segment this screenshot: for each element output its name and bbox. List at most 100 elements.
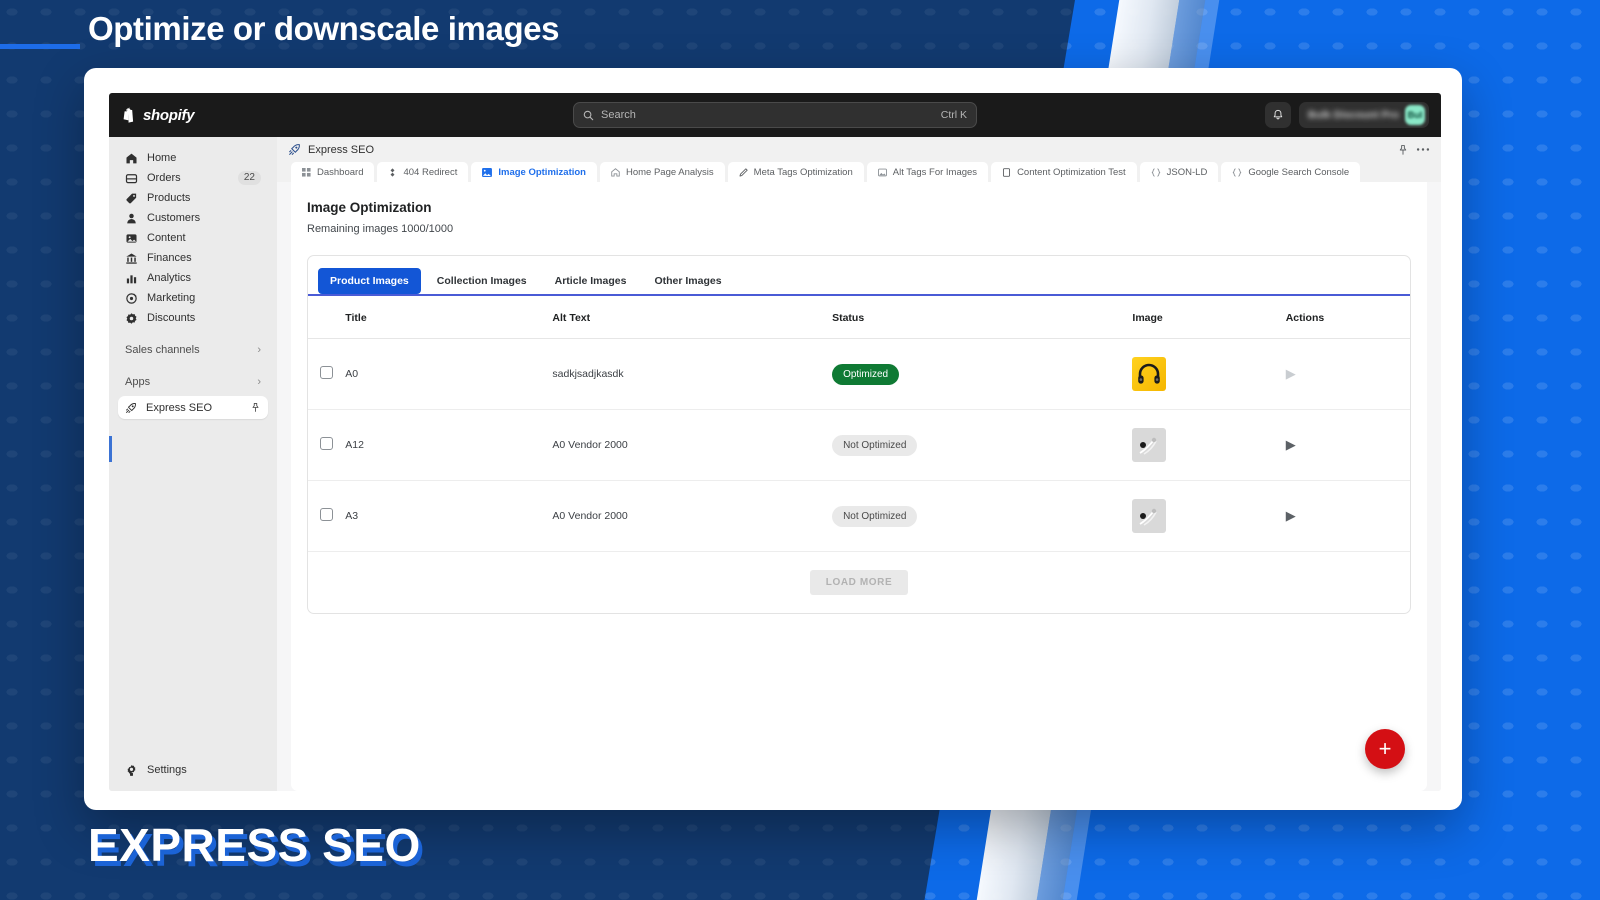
tab-dashboard[interactable]: Dashboard <box>291 162 374 182</box>
plus-icon: + <box>1379 738 1392 760</box>
tab-home-page-analysis[interactable]: Home Page Analysis <box>600 162 725 182</box>
gear-icon <box>125 764 138 777</box>
subtab-product-images[interactable]: Product Images <box>318 268 421 294</box>
sidebar-active-marker <box>109 436 112 462</box>
checkbox-icon[interactable] <box>320 366 333 379</box>
subtab-collection-images[interactable]: Collection Images <box>425 268 539 294</box>
sidebar-group-sales-channels[interactable]: Sales channels › <box>118 340 268 360</box>
row-checkbox-cell[interactable] <box>308 410 345 481</box>
tab-json-ld[interactable]: JSON-LD <box>1140 162 1219 182</box>
rocket-icon <box>288 143 301 156</box>
tab-alt-tags-for-images[interactable]: Alt Tags For Images <box>867 162 988 182</box>
table-row[interactable]: A12 A0 Vendor 2000 Not Optimized <box>308 410 1410 481</box>
pin-icon[interactable] <box>250 402 261 413</box>
row-action-cell[interactable]: ▶ <box>1286 481 1410 552</box>
row-checkbox-cell[interactable] <box>308 481 345 552</box>
remaining-images-text: Remaining images 1000/1000 <box>307 223 1411 235</box>
redirect-node-icon <box>388 168 397 177</box>
sidebar-item-marketing[interactable]: Marketing <box>118 288 268 308</box>
earbuds-thumbnail[interactable] <box>1132 428 1166 462</box>
sidebar-item-analytics[interactable]: Analytics <box>118 268 268 288</box>
header-actions: Actions <box>1286 296 1410 339</box>
sidebar-item-content[interactable]: Content <box>118 228 268 248</box>
sidebar-item-settings[interactable]: Settings <box>118 760 268 780</box>
sidebar-item-label: Home <box>147 152 261 164</box>
tab-image-optimization[interactable]: Image Optimization <box>471 162 597 182</box>
user-menu[interactable]: Bulk Discount Pro Bul <box>1299 102 1429 128</box>
row-action-cell[interactable]: ▶ <box>1286 339 1410 410</box>
topbar-right-actions: Bulk Discount Pro Bul <box>1265 102 1429 128</box>
tab-label: JSON-LD <box>1167 167 1208 178</box>
image-type-tabs: Product Images Collection Images Article… <box>308 256 1410 296</box>
image-optimization-panel: Image Optimization Remaining images 1000… <box>291 182 1427 791</box>
tab-label: Google Search Console <box>1248 167 1349 178</box>
shopify-brand[interactable]: shopify <box>121 107 194 124</box>
sidebar-item-home[interactable]: Home <box>118 148 268 168</box>
subtab-other-images[interactable]: Other Images <box>642 268 733 294</box>
row-image-cell <box>1132 481 1285 552</box>
home-icon <box>611 168 620 177</box>
status-badge: Not Optimized <box>832 435 917 456</box>
sidebar-item-customers[interactable]: Customers <box>118 208 268 228</box>
images-table-body: A0 sadkjsadjkasdk Optimized <box>308 339 1410 552</box>
tab-meta-tags-optimization[interactable]: Meta Tags Optimization <box>728 162 864 182</box>
tab-content-optimization-test[interactable]: Content Optimization Test <box>991 162 1137 182</box>
code-braces-icon <box>1232 168 1242 177</box>
content-image-icon <box>125 232 138 245</box>
sidebar-item-express-seo[interactable]: Express SEO <box>118 396 268 419</box>
orders-count-badge: 22 <box>238 171 261 185</box>
sidebar-item-products[interactable]: Products <box>118 188 268 208</box>
tab-label: 404 Redirect <box>403 167 457 178</box>
screenshot-stage: Optimize or downscale images EXPRESS SEO… <box>0 0 1600 900</box>
sidebar-group-label: Sales channels <box>125 344 257 356</box>
images-table: Title Alt Text Status Image Actions <box>308 296 1410 552</box>
sidebar-group-apps[interactable]: Apps › <box>118 372 268 392</box>
sidebar-item-orders[interactable]: Orders 22 <box>118 168 268 188</box>
play-icon[interactable]: ▶ <box>1286 508 1296 523</box>
discounts-badge-icon <box>125 312 138 325</box>
row-status-cell: Optimized <box>832 339 1132 410</box>
pin-icon[interactable] <box>1397 144 1409 156</box>
row-title: A12 <box>345 410 552 481</box>
table-header-row: Title Alt Text Status Image Actions <box>308 296 1410 339</box>
load-more-button[interactable]: LOAD MORE <box>810 570 909 595</box>
earbuds-thumbnail[interactable] <box>1132 499 1166 533</box>
finances-bank-icon <box>125 252 138 265</box>
analytics-bars-icon <box>125 272 138 285</box>
checkbox-icon[interactable] <box>320 437 333 450</box>
images-table-head: Title Alt Text Status Image Actions <box>308 296 1410 339</box>
tab-google-search-console[interactable]: Google Search Console <box>1221 162 1360 182</box>
row-status-cell: Not Optimized <box>832 481 1132 552</box>
checkbox-icon[interactable] <box>320 508 333 521</box>
table-row[interactable]: A0 sadkjsadjkasdk Optimized <box>308 339 1410 410</box>
row-alt-text: A0 Vendor 2000 <box>552 481 832 552</box>
sidebar-item-label: Settings <box>147 764 187 776</box>
avatar: Bul <box>1405 105 1425 125</box>
row-image-cell <box>1132 410 1285 481</box>
play-icon[interactable]: ▶ <box>1286 437 1296 452</box>
add-button[interactable]: + <box>1365 729 1405 769</box>
more-horizontal-icon[interactable] <box>1416 147 1430 152</box>
sidebar-item-finances[interactable]: Finances <box>118 248 268 268</box>
headline-accent-bar <box>0 44 80 49</box>
headphones-thumbnail[interactable] <box>1132 357 1166 391</box>
sidebar-item-discounts[interactable]: Discounts <box>118 308 268 328</box>
search-input[interactable]: Search Ctrl K <box>573 102 977 128</box>
row-action-cell[interactable]: ▶ <box>1286 410 1410 481</box>
app-body: Home Orders 22 Products <box>109 137 1441 791</box>
subtab-article-images[interactable]: Article Images <box>543 268 639 294</box>
sidebar-group-label: Apps <box>125 376 257 388</box>
sidebar-item-label: Marketing <box>147 292 261 304</box>
play-icon[interactable]: ▶ <box>1286 366 1296 381</box>
search-placeholder: Search <box>601 109 934 121</box>
table-row[interactable]: A3 A0 Vendor 2000 Not Optimized <box>308 481 1410 552</box>
tab-404-redirect[interactable]: 404 Redirect <box>377 162 468 182</box>
bell-icon[interactable] <box>1265 102 1291 128</box>
header-select <box>308 296 345 339</box>
row-status-cell: Not Optimized <box>832 410 1132 481</box>
dashboard-grid-icon <box>302 168 311 177</box>
image-icon <box>482 168 492 177</box>
tab-label: Alt Tags For Images <box>893 167 977 178</box>
shopify-bag-icon <box>121 107 136 124</box>
row-checkbox-cell[interactable] <box>308 339 345 410</box>
